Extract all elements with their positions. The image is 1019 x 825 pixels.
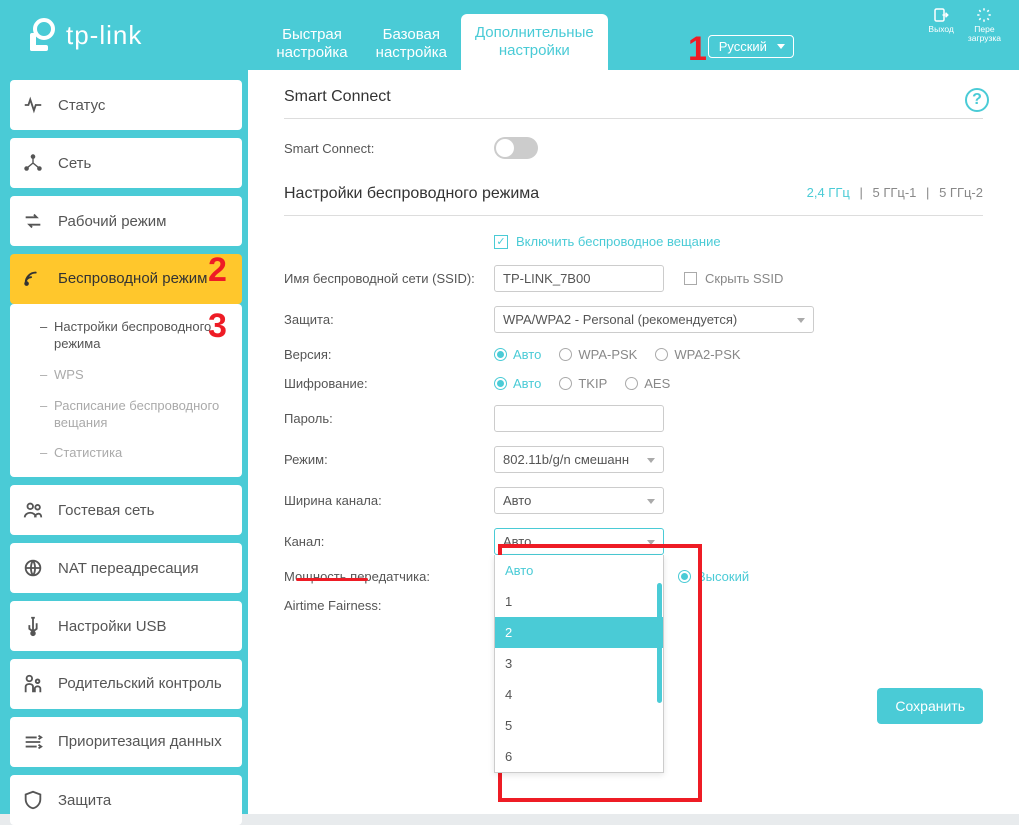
password-input[interactable] [494, 405, 664, 432]
channel-width-label: Ширина канала: [284, 493, 494, 508]
mode-select[interactable]: 802.11b/g/n смешанн [494, 446, 664, 473]
txpower-label: Мощность передатчика: [284, 569, 494, 584]
smart-connect-toggle[interactable] [494, 137, 538, 159]
nat-icon [22, 557, 44, 579]
sub-item-stats[interactable]: Статистика [40, 438, 234, 469]
brand-logo: tp-link [20, 15, 142, 55]
sidebar-label: Беспроводной режим [58, 270, 207, 288]
sub-item-schedule[interactable]: Расписание беспроводного вещания [40, 391, 234, 439]
sidebar-item-qos[interactable]: Приоритезация данных [10, 717, 242, 767]
security-select[interactable]: WPA/WPA2 - Personal (рекомендуется) [494, 306, 814, 333]
cycle-icon [22, 210, 44, 232]
section-title-smart-connect: Smart Connect [284, 88, 983, 106]
divider [284, 118, 983, 119]
sidebar-label: Приоритезация данных [58, 733, 222, 751]
divider [284, 215, 983, 216]
sidebar-label: Родительский контроль [58, 675, 222, 693]
password-label: Пароль: [284, 411, 494, 426]
sidebar: Статус Сеть Рабочий режим Беспроводной р… [0, 70, 248, 814]
hide-ssid-checkbox[interactable] [684, 272, 697, 285]
wifi-icon [22, 268, 44, 290]
logout-button[interactable]: Выход [928, 6, 953, 44]
channel-select[interactable]: Авто [494, 528, 664, 555]
sidebar-item-nat[interactable]: NAT переадресация [10, 543, 242, 593]
sidebar-item-wireless[interactable]: Беспроводной режим [10, 254, 242, 304]
sidebar-label: Защита [58, 792, 111, 809]
version-radio-auto[interactable]: Авто [494, 347, 541, 362]
sidebar-label: Статус [58, 97, 105, 114]
channel-option-2[interactable]: 2 [495, 617, 663, 648]
brand-text: tp-link [66, 20, 142, 51]
band-5ghz-1[interactable]: 5 ГГц-1 [872, 185, 916, 200]
enable-wireless-checkbox[interactable]: ✓ [494, 235, 508, 249]
encryption-label: Шифрование: [284, 376, 494, 391]
reload-icon [975, 6, 993, 24]
section-title-wireless: Настройки беспроводного режима [284, 185, 539, 202]
sidebar-label: Гостевая сеть [58, 502, 154, 519]
channel-option-3[interactable]: 3 [495, 648, 663, 679]
version-radio-wpa2[interactable]: WPA2-PSK [655, 347, 740, 362]
hide-ssid-label: Скрыть SSID [705, 271, 783, 286]
tplink-logo-icon [20, 15, 60, 55]
encryption-radio-auto[interactable]: Авто [494, 376, 541, 391]
band-5ghz-2[interactable]: 5 ГГц-2 [939, 185, 983, 200]
header-bar: tp-link Быстрая настройка Базовая настро… [0, 0, 1019, 70]
top-nav: Быстрая настройка Базовая настройка Допо… [262, 0, 607, 70]
sidebar-item-opmode[interactable]: Рабочий режим [10, 196, 242, 246]
channel-width-select[interactable]: Авто [494, 487, 664, 514]
sidebar-item-security[interactable]: Защита [10, 775, 242, 825]
sidebar-label: Рабочий режим [58, 213, 166, 230]
top-icon-bar: Выход Пере загрузка [928, 6, 1001, 44]
encryption-radio-tkip[interactable]: TKIP [559, 376, 607, 391]
txpower-radio-high[interactable]: Высокий [678, 569, 749, 584]
channel-option-1[interactable]: 1 [495, 586, 663, 617]
encryption-radio-aes[interactable]: AES [625, 376, 670, 391]
channel-option-4[interactable]: 4 [495, 679, 663, 710]
content-panel: ? Smart Connect Smart Connect: Настройки… [248, 70, 1019, 814]
tab-quick-setup[interactable]: Быстрая настройка [262, 18, 361, 70]
enable-wireless-label: Включить беспроводное вещание [516, 234, 721, 249]
parental-icon [22, 673, 44, 695]
smart-connect-label: Smart Connect: [284, 141, 494, 156]
sidebar-label: NAT переадресация [58, 560, 199, 577]
security-label: Защита: [284, 312, 494, 327]
usb-icon [22, 615, 44, 637]
save-button[interactable]: Сохранить [877, 688, 983, 724]
sidebar-item-guest[interactable]: Гостевая сеть [10, 485, 242, 535]
band-24ghz[interactable]: 2,4 ГГц [807, 185, 850, 200]
channel-dropdown-list: Авто 1 2 3 4 5 6 [494, 555, 664, 773]
logout-icon [932, 6, 950, 24]
sub-item-wireless-settings[interactable]: Настройки беспроводного режима [40, 312, 234, 360]
airtime-label: Airtime Fairness: [284, 598, 494, 613]
version-label: Версия: [284, 347, 494, 362]
sidebar-item-parental[interactable]: Родительский контроль [10, 659, 242, 709]
channel-option-5[interactable]: 5 [495, 710, 663, 741]
pulse-icon [22, 94, 44, 116]
shield-icon [22, 789, 44, 811]
mode-label: Режим: [284, 452, 494, 467]
network-icon [22, 152, 44, 174]
help-button[interactable]: ? [965, 88, 989, 112]
language-select[interactable]: Русский [708, 35, 794, 58]
sidebar-submenu-wireless: Настройки беспроводного режима WPS Распи… [10, 304, 242, 477]
qos-icon [22, 731, 44, 753]
version-radio-wpa[interactable]: WPA-PSK [559, 347, 637, 362]
channel-label: Канал: [284, 534, 494, 549]
sub-item-wps[interactable]: WPS [40, 360, 234, 391]
sidebar-label: Сеть [58, 155, 91, 172]
sidebar-label: Настройки USB [58, 618, 167, 635]
dropdown-scrollbar[interactable] [657, 583, 662, 703]
tab-basic[interactable]: Базовая настройка [362, 18, 461, 70]
sidebar-item-network[interactable]: Сеть [10, 138, 242, 188]
tab-advanced[interactable]: Дополнительные настройки [461, 14, 608, 70]
ssid-input[interactable] [494, 265, 664, 292]
reload-button[interactable]: Пере загрузка [968, 6, 1001, 44]
sidebar-item-usb[interactable]: Настройки USB [10, 601, 242, 651]
band-selector: 2,4 ГГц | 5 ГГц-1 | 5 ГГц-2 [807, 185, 983, 200]
sidebar-item-status[interactable]: Статус [10, 80, 242, 130]
channel-option-auto[interactable]: Авто [495, 555, 663, 586]
guest-icon [22, 499, 44, 521]
channel-option-6[interactable]: 6 [495, 741, 663, 772]
ssid-label: Имя беспроводной сети (SSID): [284, 271, 494, 286]
